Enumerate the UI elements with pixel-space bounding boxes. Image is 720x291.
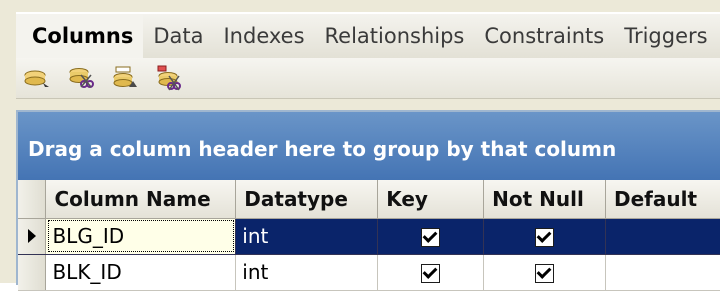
not-null-cell [483,218,606,255]
checkmark-icon [422,228,438,243]
default-cell[interactable] [605,254,720,291]
key-cell [377,218,485,255]
default-cell[interactable] [605,218,720,255]
column-name-cell[interactable]: BLG_ID [45,218,237,255]
row-selector[interactable] [18,218,47,255]
column-header-column-name[interactable]: Column Name [45,180,237,219]
tab-data[interactable]: Data [143,14,213,58]
header-row: Column Name Datatype Key Not Null Defaul… [18,180,720,219]
tab-indexes[interactable]: Indexes [213,14,314,58]
delete-column-button[interactable] [66,63,96,93]
datatype-cell[interactable]: int [235,254,379,291]
columns-table: Column Name Datatype Key Not Null Defaul… [18,180,720,291]
tab-constraints[interactable]: Constraints [474,14,614,58]
checkmark-icon [422,264,438,279]
tab-triggers[interactable]: Triggers [614,14,717,58]
remove-column-icon [157,65,181,91]
table-row[interactable]: BLK_ID int [18,254,720,291]
key-cell [377,254,485,291]
checkmark-icon [536,264,552,279]
delete-column-icon [69,68,94,88]
column-header-not-null[interactable]: Not Null [483,180,606,219]
column-name-cell[interactable]: BLK_ID [45,254,237,291]
tab-columns[interactable]: Columns [16,14,144,58]
row-selector[interactable] [18,254,47,291]
remove-column-button[interactable] [154,63,184,93]
edit-column-button[interactable] [110,63,140,93]
row-selector-header [18,180,47,219]
columns-grid: Drag a column header here to group by th… [16,110,720,291]
current-row-arrow-icon [27,229,36,243]
column-header-datatype[interactable]: Datatype [235,180,379,219]
table-editor-window: Columns Data Indexes Relationships Const… [0,0,720,291]
not-null-checkbox[interactable] [535,264,555,283]
column-header-key[interactable]: Key [377,180,485,219]
key-checkbox[interactable] [421,264,441,283]
add-column-icon [24,70,49,87]
column-header-default[interactable]: Default [605,180,720,219]
tab-strip: Columns Data Indexes Relationships Const… [16,12,720,58]
checkmark-icon [536,228,552,243]
group-by-panel[interactable]: Drag a column header here to group by th… [18,112,720,180]
key-checkbox[interactable] [421,228,441,247]
group-by-hint: Drag a column header here to group by th… [28,137,617,161]
not-null-checkbox[interactable] [535,228,555,247]
not-null-cell [483,254,606,291]
add-column-button[interactable] [22,63,52,93]
table-row[interactable]: BLG_ID int [18,218,720,255]
column-toolbar [16,58,720,99]
edit-column-icon [113,66,137,87]
tab-relationships[interactable]: Relationships [315,14,475,58]
datatype-cell[interactable]: int [235,218,379,255]
